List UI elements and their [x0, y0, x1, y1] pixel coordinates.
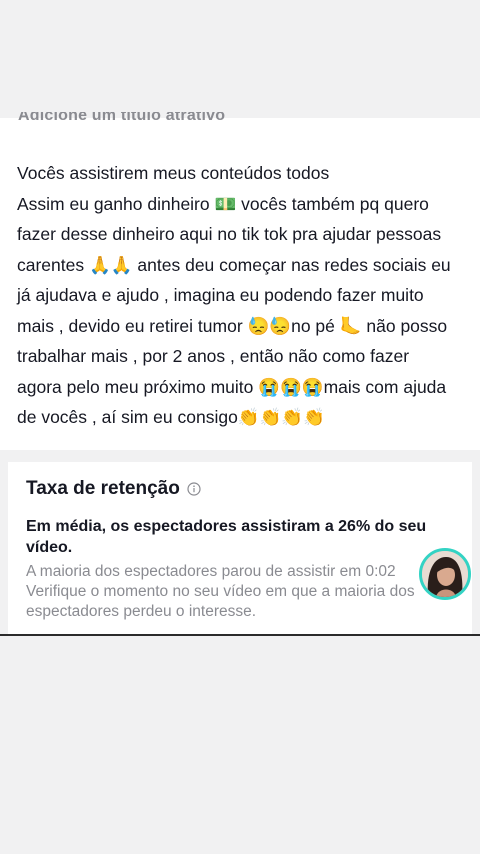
bottom-background — [0, 636, 480, 854]
retention-desc-line: A maioria dos espectadores parou de assi… — [26, 563, 396, 580]
title-placeholder[interactable]: Adicione um título atrativo — [18, 112, 225, 128]
retention-description: A maioria dos espectadores parou de assi… — [26, 562, 446, 622]
top-background — [0, 0, 480, 118]
retention-summary: Em média, os espectadores assistiram a 2… — [26, 518, 427, 556]
retention-title: Taxa de retenção — [26, 478, 180, 499]
caption-text[interactable]: Vocês assistirem meus conteúdos todos As… — [17, 158, 480, 433]
retention-desc-line: Verifique o momento no seu vídeo em que … — [26, 583, 415, 600]
info-icon[interactable] — [187, 482, 201, 496]
retention-card: Taxa de retenção Em média, os espectador… — [8, 462, 472, 634]
creator-avatar[interactable] — [419, 548, 471, 600]
caption-card: Adicione um título atrativo Vocês assist… — [0, 112, 480, 450]
retention-desc-line: espectadores perdeu o interesse. — [26, 603, 257, 620]
retention-header: Taxa de retenção — [26, 478, 201, 500]
